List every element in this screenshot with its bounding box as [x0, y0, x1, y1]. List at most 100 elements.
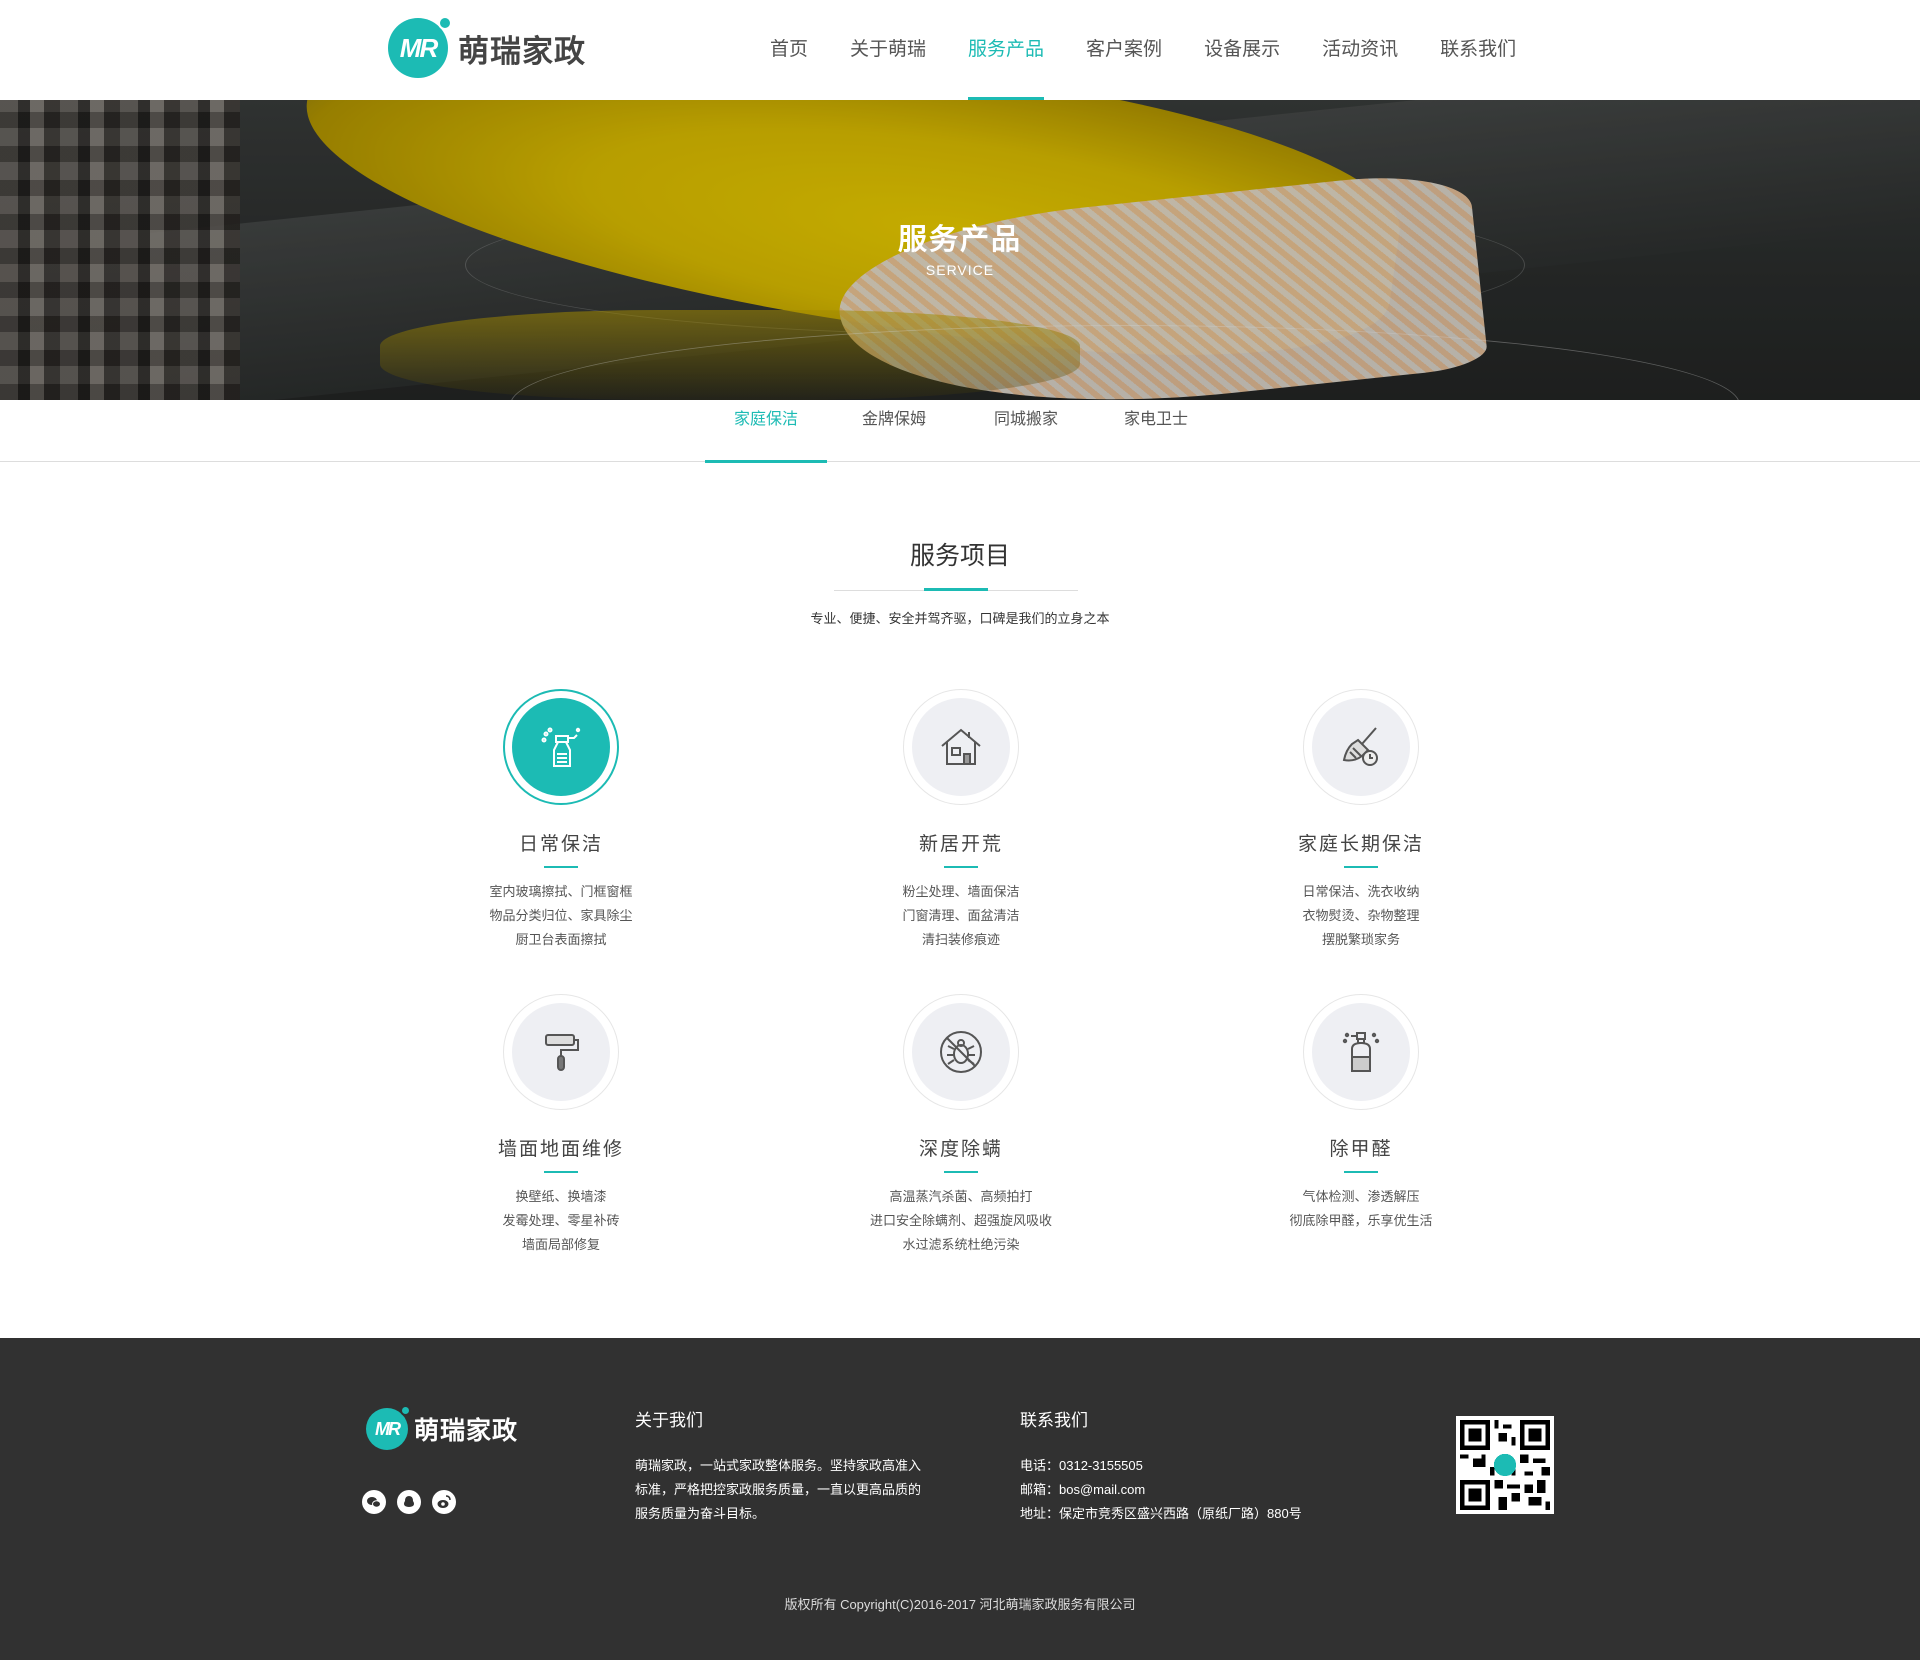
service-icon-wrap[interactable]	[1303, 994, 1419, 1110]
service-card[interactable]: 日常保洁 室内玻璃擦拭、门框窗框 物品分类归位、家具除尘 厨卫台表面擦拭	[411, 689, 711, 952]
service-line: 衣物熨烫、杂物整理	[1302, 908, 1420, 923]
footer-email[interactable]: 邮箱：bos@mail.com	[1020, 1478, 1302, 1502]
logo-badge: MR	[388, 16, 452, 78]
footer-phone: 电话：0312-3155505	[1020, 1458, 1143, 1473]
site-logo[interactable]: MR 萌瑞家政	[388, 14, 586, 82]
tab-gold-nanny[interactable]: 金牌保姆	[833, 400, 955, 462]
service-card[interactable]: 除甲醛 气体检测、渗透解压 彻底除甲醛，乐享优生活	[1211, 994, 1511, 1233]
service-divider	[944, 866, 978, 868]
service-line: 发霉处理、零星补砖	[502, 1213, 620, 1228]
nav-item-about[interactable]: 关于萌瑞	[850, 0, 926, 100]
qr-code	[1456, 1416, 1554, 1514]
service-divider	[944, 1171, 978, 1173]
logo-dot	[438, 16, 452, 30]
service-description: 室内玻璃擦拭、门框窗框 物品分类归位、家具除尘 厨卫台表面擦拭	[411, 880, 711, 952]
service-name: 新居开荒	[918, 834, 1003, 855]
service-line: 高温蒸汽杀菌、高频拍打	[889, 1189, 1033, 1204]
nav-item-news[interactable]: 活动资讯	[1322, 0, 1398, 100]
service-icon-wrap[interactable]	[903, 994, 1019, 1110]
service-card[interactable]: 墙面地面维修 换壁纸、换墙漆 发霉处理、零星补砖 墙面局部修复	[411, 994, 711, 1257]
nav-item-services[interactable]: 服务产品	[968, 0, 1045, 100]
logo-dot	[400, 1405, 411, 1416]
nav-item-home[interactable]: 首页	[770, 0, 808, 100]
service-name: 日常保洁	[518, 834, 603, 855]
service-line: 彻底除甲醛，乐享优生活	[1289, 1213, 1433, 1228]
service-description: 日常保洁、洗衣收纳 衣物熨烫、杂物整理 摆脱繁琐家务	[1211, 880, 1511, 952]
section-title: 服务项目	[909, 542, 1010, 570]
service-line: 物品分类归位、家具除尘	[489, 908, 633, 923]
page-banner: 服务产品 SERVICE	[0, 100, 1920, 400]
section-divider-accent	[924, 588, 988, 591]
service-line: 日常保洁、洗衣收纳	[1302, 884, 1420, 899]
tab-city-moving[interactable]: 同城搬家	[965, 400, 1087, 462]
footer-about-line: 标准，严格把控家政服务质量，一直以更高品质的	[635, 1482, 922, 1497]
footer-about-line: 萌瑞家政，一站式家政整体服务。坚持家政高准入	[635, 1458, 922, 1473]
footer-about-text: 萌瑞家政，一站式家政整体服务。坚持家政高准入 标准，严格把控家政服务质量，一直以…	[635, 1454, 921, 1526]
service-line: 粉尘处理、墙面保洁	[902, 884, 1020, 899]
banner-title: 服务产品	[897, 224, 1022, 256]
service-icon-wrap[interactable]	[903, 689, 1019, 805]
service-description: 气体检测、渗透解压 彻底除甲醛，乐享优生活	[1211, 1185, 1511, 1233]
service-divider	[544, 866, 578, 868]
paint-roller-icon	[545, 1034, 579, 1071]
service-icon-wrap[interactable]	[503, 994, 619, 1110]
category-tabs: 家庭保洁 金牌保姆 同城搬家 家电卫士	[0, 400, 1920, 463]
broom-clock-icon	[1342, 727, 1378, 766]
qq-icon[interactable]	[397, 1490, 421, 1514]
service-line: 厨卫台表面擦拭	[515, 932, 607, 947]
spray-canister-icon	[1342, 1032, 1380, 1072]
service-line: 气体检测、渗透解压	[1302, 1189, 1420, 1204]
footer-contact-info: 电话：0312-3155505 邮箱：bos@mail.com 地址：保定市竞秀…	[1020, 1454, 1302, 1526]
nav-item-contact[interactable]: 联系我们	[1440, 0, 1516, 100]
nav-item-cases[interactable]: 客户案例	[1086, 0, 1162, 100]
footer-about-title: 关于我们	[635, 1411, 703, 1430]
service-description: 换壁纸、换墙漆 发霉处理、零星补砖 墙面局部修复	[411, 1185, 711, 1257]
service-divider	[1344, 866, 1378, 868]
wechat-icon[interactable]	[362, 1490, 386, 1514]
logo-text: 萌瑞家政	[458, 33, 586, 69]
footer-logo[interactable]: MR 萌瑞家政	[366, 1405, 519, 1450]
service-line: 进口安全除螨剂、超强旋风吸收	[869, 1213, 1052, 1228]
logo-mark: MR	[399, 32, 438, 63]
service-icon-wrap[interactable]	[1303, 689, 1419, 805]
section-description: 专业、便捷、安全并驾齐驱，口碑是我们的立身之本	[810, 611, 1110, 626]
main-nav: 首页 关于萌瑞 服务产品 客户案例 设备展示 活动资讯 联系我们	[770, 0, 1558, 100]
site-footer: MR 萌瑞家政 关于我们 萌瑞家政，一站式家政整体服务。坚持家政高准入 标准，严…	[0, 1338, 1920, 1660]
service-line: 水过滤系统杜绝污染	[902, 1237, 1020, 1252]
no-mites-icon	[940, 1031, 982, 1073]
tab-appliance-care[interactable]: 家电卫士	[1095, 400, 1217, 462]
banner-subtitle: SERVICE	[925, 262, 995, 278]
service-description: 粉尘处理、墙面保洁 门窗清理、面盆清洁 清扫装修痕迹	[811, 880, 1111, 952]
service-card[interactable]: 新居开荒 粉尘处理、墙面保洁 门窗清理、面盆清洁 清扫装修痕迹	[811, 689, 1111, 952]
service-icon-wrap[interactable]	[503, 689, 619, 805]
footer-contact-title: 联系我们	[1020, 1411, 1088, 1430]
footer-address: 地址：保定市竞秀区盛兴西路（原纸厂路）880号	[1020, 1506, 1302, 1521]
logo-text: 萌瑞家政	[414, 1417, 519, 1445]
logo-mark: MR	[375, 1418, 401, 1439]
site-header: MR 萌瑞家政 首页 关于萌瑞 服务产品 客户案例 设备展示 活动资讯 联系我们	[0, 0, 1920, 100]
service-divider	[544, 1171, 578, 1173]
service-name: 家庭长期保洁	[1297, 834, 1424, 855]
service-card[interactable]: 深度除螨 高温蒸汽杀菌、高频拍打 进口安全除螨剂、超强旋风吸收 水过滤系统杜绝污…	[811, 994, 1111, 1257]
service-line: 清扫装修痕迹	[921, 932, 1000, 947]
service-line: 室内玻璃擦拭、门框窗框	[489, 884, 633, 899]
tab-home-cleaning[interactable]: 家庭保洁	[705, 400, 827, 463]
service-name: 除甲醛	[1329, 1139, 1393, 1160]
service-divider	[1344, 1171, 1378, 1173]
house-icon	[941, 728, 981, 765]
service-line: 换壁纸、换墙漆	[515, 1189, 607, 1204]
logo-badge: MR	[366, 1405, 411, 1450]
service-name: 墙面地面维修	[497, 1139, 624, 1160]
service-line: 门窗清理、面盆清洁	[902, 908, 1020, 923]
copyright: 版权所有 Copyright(C)2016-2017 河北萌瑞家政服务有限公司	[784, 1597, 1136, 1612]
spray-bottle-icon	[541, 727, 581, 767]
service-card[interactable]: 家庭长期保洁 日常保洁、洗衣收纳 衣物熨烫、杂物整理 摆脱繁琐家务	[1211, 689, 1511, 952]
service-line: 墙面局部修复	[521, 1237, 600, 1252]
social-links	[362, 1490, 467, 1514]
service-line: 摆脱繁琐家务	[1321, 932, 1400, 947]
weibo-icon[interactable]	[432, 1490, 456, 1514]
service-name: 深度除螨	[918, 1139, 1003, 1160]
footer-about-line: 服务质量为奋斗目标。	[635, 1506, 766, 1521]
service-description: 高温蒸汽杀菌、高频拍打 进口安全除螨剂、超强旋风吸收 水过滤系统杜绝污染	[811, 1185, 1111, 1257]
nav-item-equipment[interactable]: 设备展示	[1204, 0, 1280, 100]
